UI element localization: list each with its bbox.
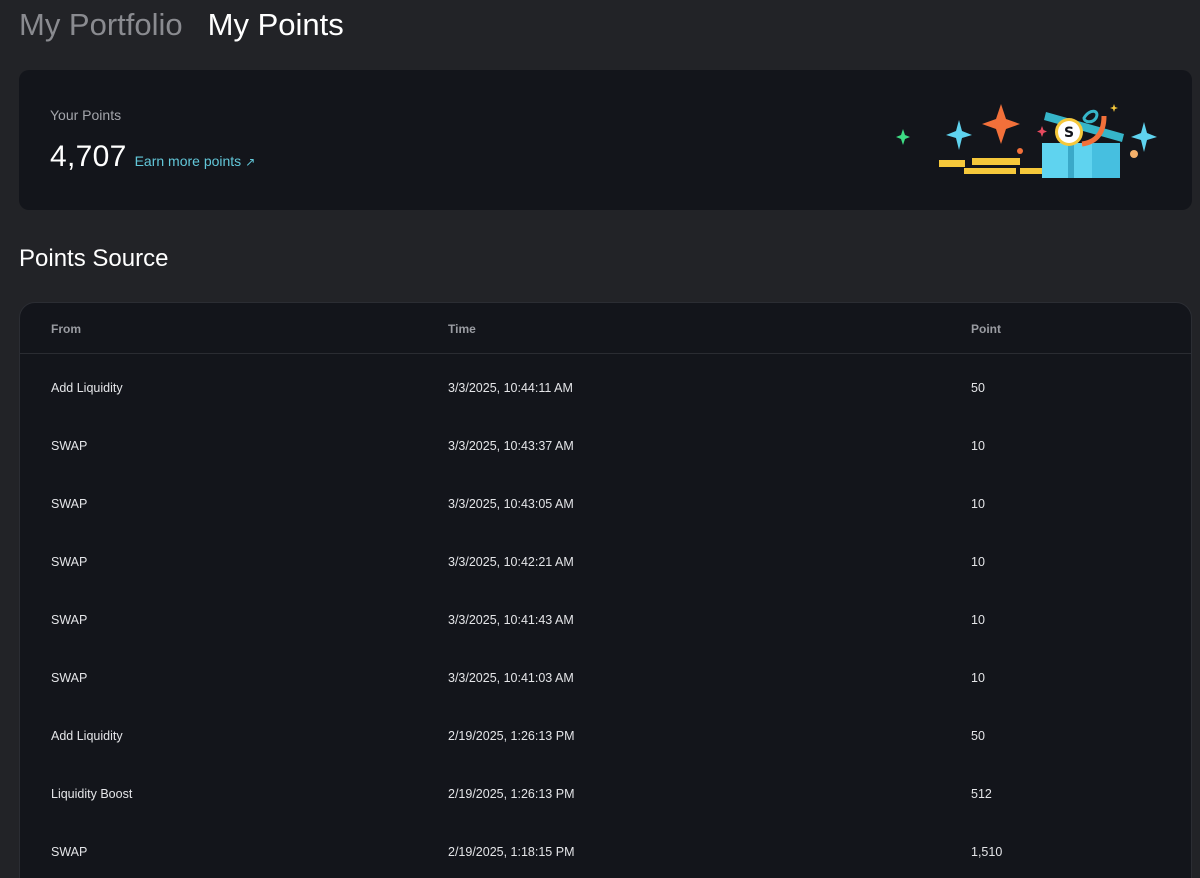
sparkle-red-icon — [1037, 126, 1047, 137]
sparkle-cyan-icon — [1131, 122, 1157, 152]
cell-from: SWAP — [51, 671, 88, 685]
cell-from: SWAP — [51, 439, 88, 453]
sparkle-cyan-icon — [946, 120, 972, 150]
cell-point: 50 — [971, 381, 985, 395]
table-row: SWAP 3/3/2025, 10:43:37 AM 10 — [20, 412, 1191, 470]
table-row: Add Liquidity 3/3/2025, 10:44:11 AM 50 — [20, 354, 1191, 412]
cell-from: SWAP — [51, 555, 88, 569]
points-row: 4,707 Earn more points ↗ — [50, 140, 255, 174]
table-row: SWAP 3/3/2025, 10:41:43 AM 10 — [20, 586, 1191, 644]
cell-point: 1,510 — [971, 845, 1003, 859]
cell-point: 512 — [971, 787, 992, 801]
cell-point: 50 — [971, 729, 985, 743]
cell-from: SWAP — [51, 497, 88, 511]
column-header-point: Point — [971, 322, 1001, 336]
dot-peach — [1130, 150, 1138, 158]
page-tabs: My Portfolio My Points — [19, 6, 344, 44]
cell-time: 3/3/2025, 10:43:37 AM — [448, 439, 574, 453]
cell-time: 3/3/2025, 10:43:05 AM — [448, 497, 574, 511]
table-row: SWAP 3/3/2025, 10:42:21 AM 10 — [20, 528, 1191, 586]
coin-bar — [939, 160, 965, 167]
points-source-title: Points Source — [19, 245, 169, 272]
coin-bar — [972, 158, 1020, 165]
cell-point: 10 — [971, 497, 985, 511]
gift-box-shade — [1068, 143, 1074, 178]
tab-my-points[interactable]: My Points — [208, 6, 344, 44]
cell-time: 2/19/2025, 1:26:13 PM — [448, 729, 575, 743]
coin-bar — [1020, 168, 1042, 174]
cell-time: 3/3/2025, 10:41:43 AM — [448, 613, 574, 627]
tab-my-portfolio[interactable]: My Portfolio — [19, 6, 183, 44]
cell-point: 10 — [971, 439, 985, 453]
table-row: SWAP 3/3/2025, 10:41:03 AM 10 — [20, 644, 1191, 702]
earn-more-points-label: Earn more points — [134, 153, 242, 169]
table-header: From Time Point — [20, 303, 1191, 354]
column-header-time: Time — [448, 322, 476, 336]
cell-time: 3/3/2025, 10:44:11 AM — [448, 381, 573, 395]
points-label: Your Points — [50, 107, 122, 123]
points-value: 4,707 — [50, 140, 127, 173]
points-page: My Portfolio My Points Your Points 4,707… — [0, 0, 1200, 878]
svg-text:S: S — [1064, 125, 1074, 141]
sparkle-yellow-small — [1110, 104, 1118, 112]
gift-box-right — [1092, 143, 1120, 178]
cell-point: 10 — [971, 555, 985, 569]
column-header-from: From — [51, 322, 81, 336]
cell-point: 10 — [971, 613, 985, 627]
cell-from: SWAP — [51, 613, 88, 627]
sparkle-orange-icon — [982, 104, 1020, 144]
points-summary-card: Your Points 4,707 Earn more points ↗ S — [19, 70, 1192, 210]
cell-time: 3/3/2025, 10:41:03 AM — [448, 671, 574, 685]
cell-from: Liquidity Boost — [51, 787, 133, 801]
table-row: SWAP 3/3/2025, 10:43:05 AM 10 — [20, 470, 1191, 528]
table-body: Add Liquidity 3/3/2025, 10:44:11 AM 50 S… — [20, 354, 1191, 876]
earn-more-points-link[interactable]: Earn more points ↗ — [135, 153, 256, 169]
gift-rewards-illustration: S — [896, 104, 1157, 178]
cell-time: 3/3/2025, 10:42:21 AM — [448, 555, 574, 569]
table-row: Add Liquidity 2/19/2025, 1:26:13 PM 50 — [20, 702, 1191, 760]
cell-from: Add Liquidity — [51, 381, 123, 395]
cell-from: SWAP — [51, 845, 88, 859]
gift-box — [1042, 143, 1092, 178]
cell-time: 2/19/2025, 1:18:15 PM — [448, 845, 575, 859]
cell-point: 10 — [971, 671, 985, 685]
table-row: SWAP 2/19/2025, 1:18:15 PM 1,510 — [20, 818, 1191, 876]
cell-time: 2/19/2025, 1:26:13 PM — [448, 787, 575, 801]
coin-bar — [964, 168, 1016, 174]
points-source-table: From Time Point Add Liquidity 3/3/2025, … — [19, 302, 1192, 878]
cell-from: Add Liquidity — [51, 729, 123, 743]
arrow-up-right-icon: ↗ — [245, 155, 256, 169]
dot-orange — [1017, 148, 1023, 154]
sparkle-green-icon — [896, 129, 910, 145]
table-row: Liquidity Boost 2/19/2025, 1:26:13 PM 51… — [20, 760, 1191, 818]
